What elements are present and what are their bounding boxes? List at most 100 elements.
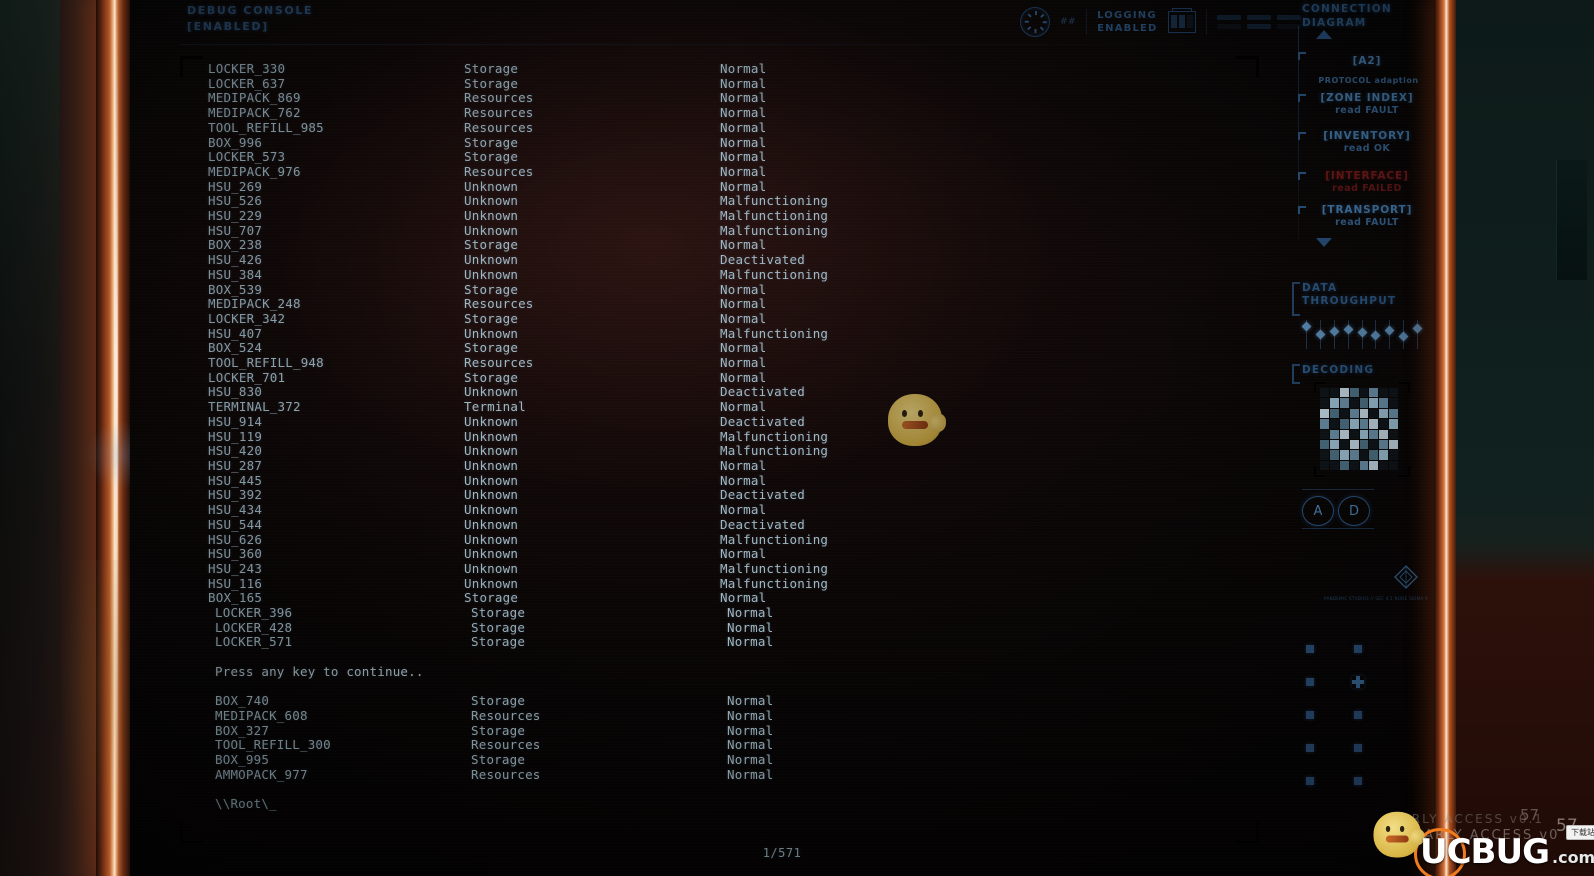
right-wall-panel <box>1556 160 1587 280</box>
diagram-node-5[interactable]: [TRANSPORT] read FAULT <box>1298 204 1430 228</box>
row-status: Deactivated <box>720 516 805 532</box>
row-status: Deactivated <box>720 487 805 503</box>
table-row: MEDIPACK_869 Resources Normal <box>208 91 1218 106</box>
row-status: Normal <box>720 296 767 312</box>
frame-bracket-bottom-right <box>1236 822 1259 843</box>
table-row: LOCKER_396 Storage Normal <box>208 605 1218 621</box>
scroll-down-caret-icon[interactable] <box>1316 238 1332 247</box>
node-status: read FAILED <box>1332 183 1402 194</box>
decoding-cell <box>1320 439 1329 450</box>
table-row: HSU_119 Unknown Malfunctioning <box>208 429 1218 445</box>
row-status: Malfunctioning <box>720 575 829 591</box>
decoding-cell <box>1349 450 1359 460</box>
row-id: HSU_830 <box>208 384 263 400</box>
throughput-tick-2 <box>1315 319 1326 349</box>
diagram-node-4[interactable]: [INTERFACE] read FAILED <box>1298 170 1430 194</box>
table-row: LOCKER_637 Storage Normal <box>208 76 1218 92</box>
table-row: LOCKER_342 Storage Normal <box>208 311 1218 327</box>
row-status: Normal <box>727 605 774 621</box>
row-id: HSU_229 <box>208 208 263 224</box>
row-category: Unknown <box>464 266 519 282</box>
command-prompt[interactable]: \\Root\_ <box>208 796 1218 812</box>
throughput-tick-6 <box>1370 319 1381 349</box>
row-category: Resources <box>471 707 541 723</box>
gauge-value: ## <box>1060 17 1077 27</box>
table-row: BOX_327 Storage Normal <box>208 722 1218 739</box>
row-status: Normal <box>727 722 774 738</box>
decoding-cell <box>1379 388 1389 398</box>
decoding-bracket-br <box>1399 466 1410 477</box>
throughput-tick-7 <box>1384 319 1395 349</box>
row-id: HSU_914 <box>208 413 263 429</box>
row-status: Normal <box>727 707 774 723</box>
row-status: Normal <box>720 237 767 253</box>
row-category: Resources <box>464 105 534 121</box>
throughput-tick-8 <box>1398 319 1409 349</box>
node-tick-icon <box>1298 172 1306 180</box>
row-status: Normal <box>720 355 767 371</box>
throughput-tick-9 <box>1412 319 1423 349</box>
scroll-up-caret-icon[interactable] <box>1316 30 1332 39</box>
decoding-bracket <box>1292 364 1300 384</box>
node-name: [TRANSPORT] <box>1321 204 1413 216</box>
decoding-cell <box>1359 388 1369 398</box>
button-a[interactable]: A <box>1302 496 1334 526</box>
row-id: LOCKER_573 <box>208 149 286 165</box>
row-status: Normal <box>720 590 767 606</box>
table-row: BOX_740 Storage Normal <box>208 693 1218 709</box>
button-d[interactable]: D <box>1338 496 1370 526</box>
decoding-cell <box>1359 450 1369 460</box>
row-category: Unknown <box>464 208 519 224</box>
row-status: Normal <box>727 634 774 650</box>
node-tick-icon <box>1298 94 1306 102</box>
table-row: LOCKER_428 Storage Normal <box>208 619 1218 636</box>
diagram-node-2[interactable]: [ZONE INDEX] read FAULT <box>1298 92 1430 116</box>
table-row: TOOL_REFILL_948 Resources Normal <box>208 355 1218 371</box>
row-status: Normal <box>720 134 767 150</box>
table-row: HSU_426 Unknown Deactivated <box>208 252 1218 268</box>
decoding-cell <box>1320 450 1329 460</box>
diagram-node-1[interactable]: [A2] PROTOCOL adaption <box>1298 50 1430 88</box>
row-category: Resources <box>464 296 534 312</box>
table-row: BOX_539 Storage Normal <box>208 281 1218 298</box>
decoding-cell <box>1329 419 1339 429</box>
diagram-node-3[interactable]: [INVENTORY] read OK <box>1298 130 1430 154</box>
node-status: read OK <box>1343 143 1391 154</box>
table-row: MEDIPACK_762 Resources Normal <box>208 105 1218 121</box>
row-status: Normal <box>720 105 767 121</box>
decoding-cell <box>1339 429 1349 439</box>
decoding-cell <box>1379 439 1389 450</box>
row-status: Normal <box>720 457 767 473</box>
row-category: Storage <box>464 340 519 356</box>
row-status: Normal <box>720 546 767 562</box>
connection-diagram-panel: CONNECTION DIAGRAM [A2] PROTOCOL adaption… <box>1270 0 1434 876</box>
row-category: Storage <box>464 237 519 253</box>
table-row: HSU_626 Unknown Malfunctioning <box>208 531 1218 548</box>
decoding-cell <box>1339 398 1349 408</box>
row-id: HSU_392 <box>208 487 263 503</box>
decoding-cell <box>1339 388 1349 398</box>
table-row: HSU_407 Unknown Malfunctioning <box>208 326 1218 342</box>
table-row: BOX_995 Storage Normal <box>208 752 1218 768</box>
row-id: HSU_626 <box>208 531 263 547</box>
frame-bracket-bottom-left <box>180 822 203 843</box>
node-status: PROTOCOL adaption <box>1318 75 1419 85</box>
decoding-cell <box>1389 388 1398 398</box>
decoding-cell <box>1320 429 1329 439</box>
page-indicator: 1/571 <box>762 846 802 860</box>
row-status: Malfunctioning <box>720 531 829 547</box>
row-status: Normal <box>720 281 767 297</box>
table-row: HSU_116 Unknown Malfunctioning <box>208 575 1218 592</box>
row-status: Normal <box>727 619 774 635</box>
decoding-cell <box>1329 408 1339 419</box>
decoding-cell <box>1379 408 1389 419</box>
row-category: Storage <box>464 134 519 150</box>
row-id: BOX_524 <box>208 340 263 356</box>
table-row: HSU_229 Unknown Malfunctioning <box>208 208 1218 224</box>
row-id: HSU_420 <box>208 443 263 459</box>
row-id: HSU_544 <box>208 516 263 532</box>
row-status: Normal <box>720 340 767 356</box>
decoding-cell <box>1389 419 1398 429</box>
row-status: Normal <box>727 737 774 753</box>
decoding-cell <box>1329 388 1339 398</box>
